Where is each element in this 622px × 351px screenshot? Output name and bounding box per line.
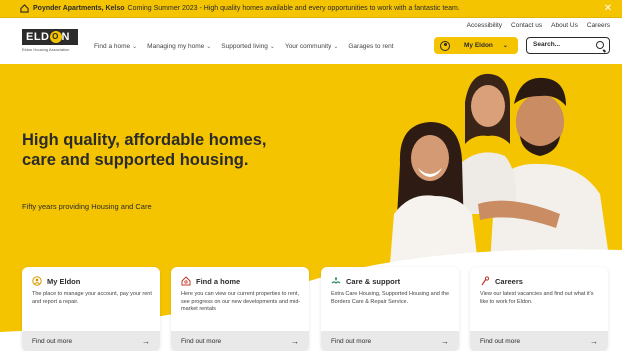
card-find-a-home[interactable]: Find a home Here you can view our curren… <box>171 267 309 351</box>
announcement-bold: Poynder Apartments, Kelso <box>33 5 125 12</box>
utility-link-accessibility[interactable]: Accessibility <box>467 22 502 29</box>
card-my-eldon[interactable]: My Eldon The place to manage your accoun… <box>22 267 160 351</box>
find-out-more-link[interactable]: Find out more → <box>470 331 608 351</box>
house-search-icon <box>181 276 191 286</box>
house-icon <box>20 4 29 13</box>
hero-subtitle: Fifty years providing Housing and Care <box>22 202 152 211</box>
card-description: The place to manage your account, pay yo… <box>32 291 152 305</box>
chevron-down-icon: ⌄ <box>132 44 138 50</box>
search-input[interactable]: Search... <box>526 37 610 54</box>
user-circle-icon <box>32 276 42 286</box>
card-title: Careers <box>495 276 523 286</box>
logo-wordmark: ELD O N <box>22 29 78 45</box>
card-description: Extra Care Housing, Supported Housing an… <box>331 291 450 305</box>
search-placeholder: Search... <box>533 41 561 48</box>
eldon-logo[interactable]: ELD O N Eldon Housing Association <box>22 29 78 56</box>
utility-link-contact[interactable]: Contact us <box>511 22 542 29</box>
arrow-right-icon: → <box>590 336 598 346</box>
chevron-down-icon: ⌄ <box>269 44 275 50</box>
my-eldon-button[interactable]: My Eldon ⌄ <box>434 37 518 54</box>
announcement-text: Coming Summer 2023 - High quality homes … <box>127 5 460 12</box>
logo-tagline: Eldon Housing Association <box>22 47 70 52</box>
nav-item-supported-living[interactable]: Supported living ⌄ <box>221 43 275 50</box>
careers-icon <box>480 276 490 286</box>
main-nav: Find a home ⌄ Managing my home ⌄ Supported… <box>94 43 394 50</box>
quick-links: My Eldon The place to manage your accoun… <box>0 267 622 351</box>
chevron-down-icon: ⌄ <box>206 44 212 50</box>
card-title: Find a home <box>196 276 241 286</box>
utility-link-careers[interactable]: Careers <box>587 22 610 29</box>
card-care-support[interactable]: Care & support Extra Care Housing, Suppo… <box>321 267 459 351</box>
search-icon[interactable] <box>596 41 604 49</box>
utility-nav: Accessibility Contact us About Us Career… <box>467 22 610 29</box>
card-description: View our latest vacancies and find out w… <box>480 291 594 305</box>
my-eldon-label: My Eldon <box>464 42 493 49</box>
nav-item-find-a-home[interactable]: Find a home ⌄ <box>94 43 137 50</box>
chevron-down-icon: ⌄ <box>502 43 508 49</box>
arrow-right-icon: → <box>441 336 449 346</box>
card-title: My Eldon <box>47 276 81 286</box>
card-careers[interactable]: Careers View our latest vacancies and fi… <box>470 267 608 351</box>
care-hands-icon <box>331 276 341 286</box>
user-icon <box>440 40 450 51</box>
site-header: Accessibility Contact us About Us Career… <box>0 18 622 64</box>
close-icon[interactable]: ✕ <box>602 3 614 15</box>
find-out-more-link[interactable]: Find out more → <box>171 331 309 351</box>
hero-title: High quality, affordable homes, care and… <box>22 131 267 169</box>
nav-item-managing-my-home[interactable]: Managing my home ⌄ <box>147 43 211 50</box>
arrow-right-icon: → <box>291 336 299 346</box>
card-title: Care & support <box>346 276 401 286</box>
find-out-more-link[interactable]: Find out more → <box>321 331 459 351</box>
nav-item-garages-to-rent[interactable]: Garages to rent <box>348 43 393 50</box>
chevron-down-icon: ⌄ <box>333 44 339 50</box>
card-description: Here you can view our current properties… <box>181 291 301 312</box>
announcement-bar[interactable]: Poynder Apartments, Kelso Coming Summer … <box>0 0 622 18</box>
utility-link-about[interactable]: About Us <box>551 22 578 29</box>
nav-item-your-community[interactable]: Your community ⌄ <box>285 43 338 50</box>
find-out-more-link[interactable]: Find out more → <box>22 331 160 351</box>
arrow-right-icon: → <box>142 336 150 346</box>
